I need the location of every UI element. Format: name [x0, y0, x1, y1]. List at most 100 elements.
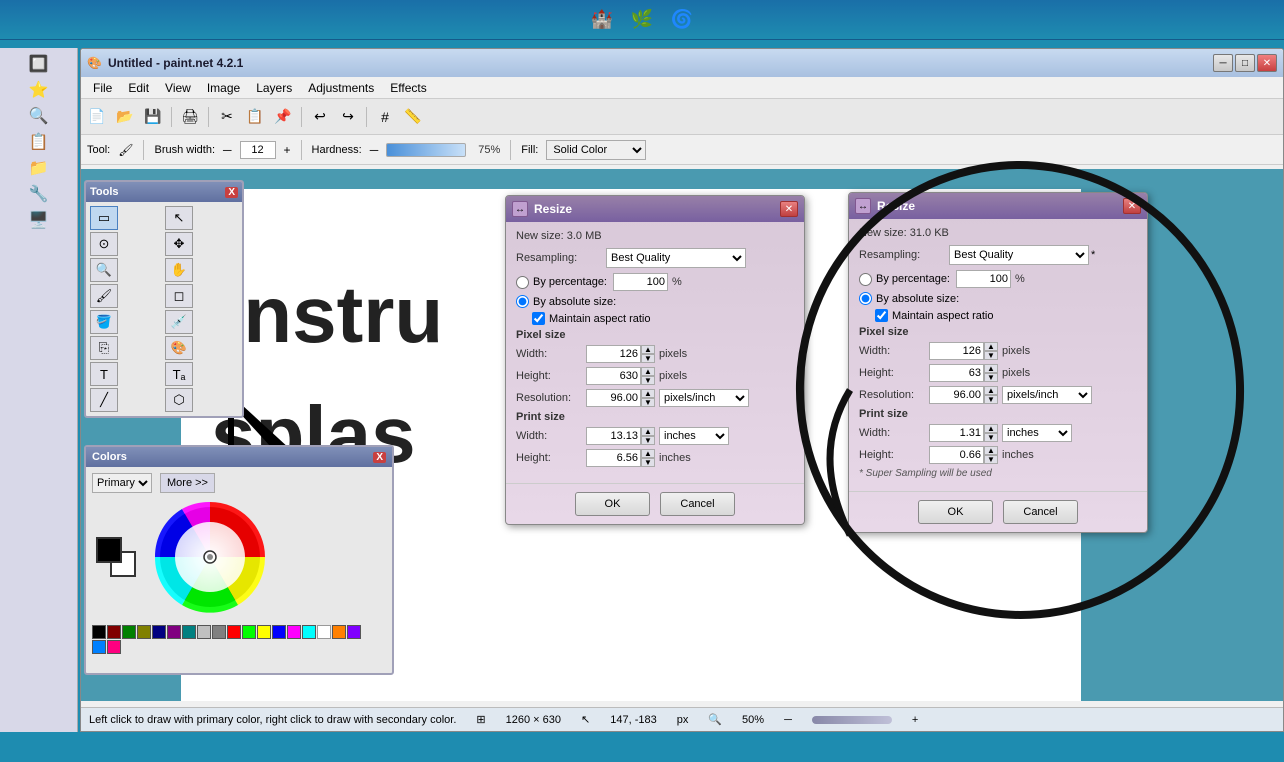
dialog1-print-height-input[interactable]: [586, 449, 641, 467]
dialog2-pixel-width-up[interactable]: ▲: [984, 342, 998, 351]
dialog2-resampling-select[interactable]: Best Quality: [949, 245, 1089, 265]
zoom-slider[interactable]: [812, 716, 892, 724]
dialog2-resolution-input[interactable]: [929, 386, 984, 404]
swatch-1[interactable]: [107, 625, 121, 639]
dialog1-resolution-up[interactable]: ▲: [641, 389, 655, 398]
dialog1-print-width-down[interactable]: ▼: [641, 436, 655, 445]
grid-button[interactable]: #: [373, 105, 397, 129]
tool-recolor[interactable]: 🎨: [165, 336, 193, 360]
primary-select[interactable]: Primary: [92, 473, 152, 493]
dialog1-print-width-unit-select[interactable]: inches: [659, 427, 729, 445]
swatch-11[interactable]: [257, 625, 271, 639]
swatch-10[interactable]: [242, 625, 256, 639]
swatch-16[interactable]: [332, 625, 346, 639]
menu-file[interactable]: File: [85, 79, 120, 97]
dialog2-print-height-down[interactable]: ▼: [984, 455, 998, 464]
menu-effects[interactable]: Effects: [382, 79, 434, 97]
dialog1-resolution-input[interactable]: [586, 389, 641, 407]
dialog2-print-width-down[interactable]: ▼: [984, 433, 998, 442]
dialog2-cancel-button[interactable]: Cancel: [1003, 500, 1078, 524]
dialog1-pixel-height-up[interactable]: ▲: [641, 367, 655, 376]
redo-button[interactable]: ↪: [336, 105, 360, 129]
dialog1-print-width-input[interactable]: [586, 427, 641, 445]
tool-pan[interactable]: ✋: [165, 258, 193, 282]
dialog1-radio-percentage-input[interactable]: [516, 276, 529, 289]
dialog1-ok-button[interactable]: OK: [575, 492, 650, 516]
dialog1-close[interactable]: ✕: [780, 201, 798, 217]
ruler-button[interactable]: 📏: [401, 105, 425, 129]
dialog2-resolution-up[interactable]: ▲: [984, 386, 998, 395]
dialog2-maintain-checkbox[interactable]: [875, 309, 888, 322]
swatch-14[interactable]: [302, 625, 316, 639]
dialog1-resolution-unit-select[interactable]: pixels/inch: [659, 389, 749, 407]
dialog2-print-width-unit-select[interactable]: inches: [1002, 424, 1072, 442]
taskbar-icon-2[interactable]: 🌿: [626, 4, 658, 36]
swatch-3[interactable]: [137, 625, 151, 639]
swatch-4[interactable]: [152, 625, 166, 639]
close-button[interactable]: ✕: [1257, 54, 1277, 72]
open-button[interactable]: 📂: [113, 105, 137, 129]
swatch-18[interactable]: [92, 640, 106, 654]
sidebar-icon-3[interactable]: 🔍: [21, 104, 57, 128]
dialog2-pixel-height-input[interactable]: [929, 364, 984, 382]
dialog1-pixel-width-down[interactable]: ▼: [641, 354, 655, 363]
tool-eraser[interactable]: ◻: [165, 284, 193, 308]
dialog2-percentage-value[interactable]: [956, 270, 1011, 288]
dialog1-pixel-width-up[interactable]: ▲: [641, 345, 655, 354]
copy-button[interactable]: 📋: [243, 105, 267, 129]
taskbar-icon-1[interactable]: 🏰: [586, 4, 618, 36]
dialog1-pixel-height-input[interactable]: [586, 367, 641, 385]
menu-adjustments[interactable]: Adjustments: [300, 79, 382, 97]
brush-width-input[interactable]: [240, 141, 276, 159]
dialog2-radio-absolute-input[interactable]: [859, 292, 872, 305]
dialog1-resolution-down[interactable]: ▼: [641, 398, 655, 407]
dialog2-print-width-input[interactable]: [929, 424, 984, 442]
dialog2-pixel-height-down[interactable]: ▼: [984, 373, 998, 382]
maximize-button[interactable]: □: [1235, 54, 1255, 72]
sidebar-icon-2[interactable]: ⭐: [21, 78, 57, 102]
sidebar-icon-6[interactable]: 🔧: [21, 182, 57, 206]
dialog1-pixel-width-input[interactable]: [586, 345, 641, 363]
fill-select[interactable]: Solid Color: [546, 140, 646, 160]
color-panel-close[interactable]: X: [373, 452, 386, 463]
taskbar-icon-3[interactable]: 🌀: [666, 4, 698, 36]
tools-panel-close[interactable]: X: [225, 187, 238, 198]
tool-paint[interactable]: 🖌: [90, 284, 118, 308]
dialog1-pixel-height-down[interactable]: ▼: [641, 376, 655, 385]
more-button[interactable]: More >>: [160, 473, 215, 493]
dialog2-resolution-unit-select[interactable]: pixels/inch: [1002, 386, 1092, 404]
swatch-6[interactable]: [182, 625, 196, 639]
tool-text[interactable]: T: [90, 362, 118, 386]
dialog2-pixel-width-input[interactable]: [929, 342, 984, 360]
tool-lasso[interactable]: ⊙: [90, 232, 118, 256]
menu-view[interactable]: View: [157, 79, 199, 97]
dialog2-close[interactable]: ✕: [1123, 198, 1141, 214]
dialog2-print-width-up[interactable]: ▲: [984, 424, 998, 433]
hardness-bar[interactable]: [386, 143, 466, 157]
dialog1-maintain-checkbox[interactable]: [532, 312, 545, 325]
paste-button[interactable]: 📌: [271, 105, 295, 129]
tool-fill[interactable]: 🪣: [90, 310, 118, 334]
sidebar-icon-1[interactable]: 🔲: [21, 52, 57, 76]
swatch-12[interactable]: [272, 625, 286, 639]
undo-button[interactable]: ↩: [308, 105, 332, 129]
swatch-9[interactable]: [227, 625, 241, 639]
menu-edit[interactable]: Edit: [120, 79, 157, 97]
status-zoom-in-icon[interactable]: +: [912, 714, 918, 726]
dialog2-print-height-up[interactable]: ▲: [984, 446, 998, 455]
new-button[interactable]: 📄: [85, 105, 109, 129]
dialog2-ok-button[interactable]: OK: [918, 500, 993, 524]
swatch-2[interactable]: [122, 625, 136, 639]
dialog1-cancel-button[interactable]: Cancel: [660, 492, 735, 516]
dialog2-radio-percentage-input[interactable]: [859, 273, 872, 286]
tool-clone[interactable]: ⎘: [90, 336, 118, 360]
tool-aa-text[interactable]: Tₐ: [165, 362, 193, 386]
sidebar-icon-4[interactable]: 📋: [21, 130, 57, 154]
dialog2-print-height-input[interactable]: [929, 446, 984, 464]
swatch-5[interactable]: [167, 625, 181, 639]
tool-line[interactable]: ╱: [90, 388, 118, 412]
color-wheel[interactable]: [150, 497, 270, 617]
swatch-19[interactable]: [107, 640, 121, 654]
swatch-7[interactable]: [197, 625, 211, 639]
print-button[interactable]: 🖨: [178, 105, 202, 129]
